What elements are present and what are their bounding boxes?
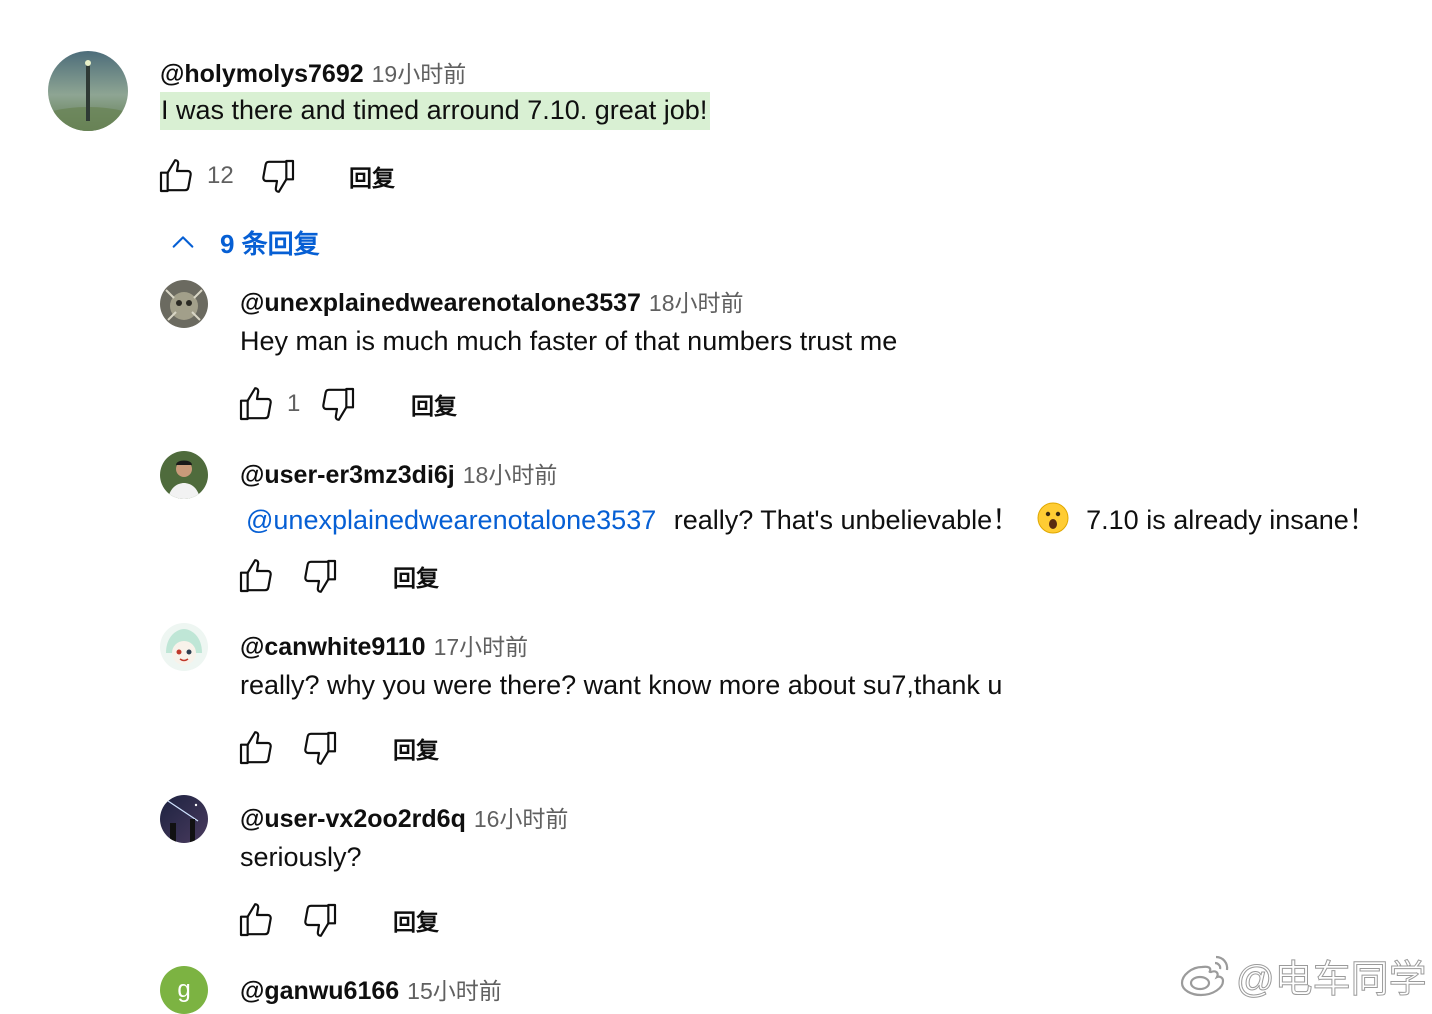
comment-author[interactable]: @canwhite9110 — [240, 633, 426, 662]
comment-text: @unexplainedwearenotalone3537 really? Th… — [246, 498, 1376, 541]
avatar[interactable] — [160, 795, 208, 843]
thumb-up-icon[interactable] — [155, 155, 197, 197]
thumb-down-icon[interactable] — [299, 555, 341, 597]
comment-timestamp[interactable]: 16小时前 — [474, 800, 569, 834]
comment-timestamp[interactable]: 19小时前 — [372, 55, 467, 89]
like-count: 12 — [207, 162, 234, 189]
thumb-up-icon[interactable] — [235, 555, 277, 597]
comment-timestamp[interactable]: 18小时前 — [649, 284, 744, 318]
chevron-up-icon — [168, 227, 198, 257]
avatar[interactable]: g — [160, 966, 208, 1014]
thumb-down-icon[interactable] — [257, 155, 299, 197]
like-count: 1 — [287, 390, 301, 417]
comment-author[interactable]: @unexplainedwearenotalone3537 — [240, 289, 641, 318]
comment-text: seriously? — [240, 842, 362, 872]
reply-button[interactable]: 回复 — [393, 731, 439, 765]
thumb-down-icon[interactable] — [299, 727, 341, 769]
reply-button[interactable]: 回复 — [349, 159, 395, 193]
astonished-face-emoji — [1037, 502, 1069, 541]
reply-button[interactable]: 回复 — [393, 559, 439, 593]
weibo-logo-icon — [1180, 953, 1232, 997]
thumb-down-icon[interactable] — [317, 383, 359, 425]
watermark: @电车同学 — [1180, 950, 1427, 1001]
thumb-up-icon[interactable] — [235, 727, 277, 769]
avatar[interactable] — [48, 51, 128, 131]
comment-timestamp[interactable]: 15小时前 — [407, 972, 502, 1006]
avatar[interactable] — [160, 623, 208, 671]
replies-toggle-button[interactable]: 9 条回复 — [168, 222, 320, 262]
comment-text: Hey man is much much faster of that numb… — [240, 326, 898, 356]
reply-button[interactable]: 回复 — [411, 387, 457, 421]
avatar[interactable] — [160, 280, 208, 328]
comment-author[interactable]: @user-er3mz3di6j — [240, 461, 455, 490]
comment-timestamp[interactable]: 17小时前 — [434, 628, 529, 662]
comment-timestamp[interactable]: 18小时前 — [463, 456, 558, 490]
replies-count-label: 9 条回复 — [220, 228, 320, 259]
thumb-up-icon[interactable] — [235, 383, 277, 425]
comment-author[interactable]: @ganwu6166 — [240, 977, 399, 1006]
thumb-down-icon[interactable] — [299, 899, 341, 941]
comment-author[interactable]: @holymolys7692 — [160, 60, 364, 89]
avatar-letter: g — [177, 976, 191, 1003]
comment-text: really? why you were there? want know mo… — [240, 670, 1003, 700]
reply-button[interactable]: 回复 — [393, 903, 439, 937]
mention-link[interactable]: @unexplainedwearenotalone3537 — [246, 505, 656, 535]
comment-text: I was there and timed arround 7.10. grea… — [160, 92, 711, 130]
avatar[interactable] — [160, 451, 208, 499]
thumb-up-icon[interactable] — [235, 899, 277, 941]
comment-author[interactable]: @user-vx2oo2rd6q — [240, 805, 466, 834]
